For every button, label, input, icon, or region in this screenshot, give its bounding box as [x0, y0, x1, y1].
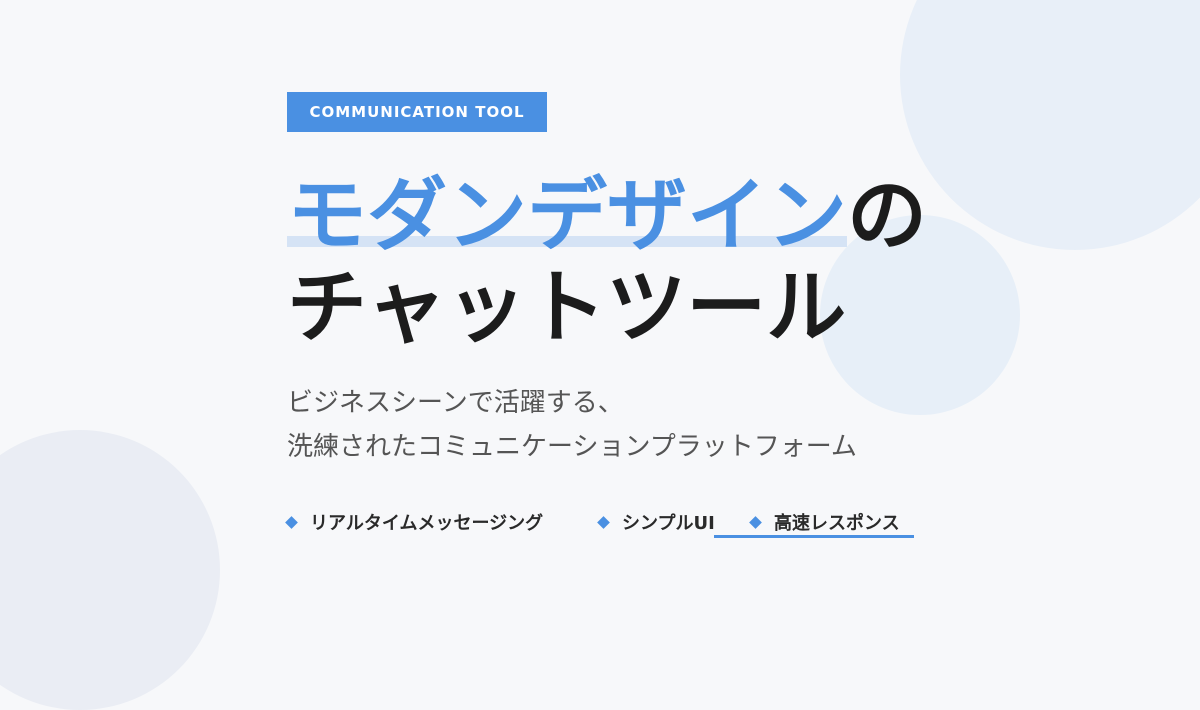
- category-badge: COMMUNICATION TOOL: [287, 92, 547, 132]
- headline-suffix: の: [847, 169, 927, 262]
- diamond-bullet-icon: [749, 515, 762, 529]
- headline-line2: チャットツール: [287, 261, 847, 354]
- diamond-bullet-icon: [597, 515, 610, 529]
- decorative-circle-bottom-left: [0, 430, 220, 710]
- decorative-circle-top-right: [900, 0, 1200, 250]
- headline-line1: モダンデザイン の: [287, 166, 927, 266]
- diamond-bullet-icon: [285, 515, 298, 529]
- subtitle-line2: 洗練されたコミュニケーションプラットフォーム: [287, 432, 857, 462]
- category-badge-label: COMMUNICATION TOOL: [309, 103, 525, 121]
- subtitle-line1: ビジネスシーンで活躍する、: [287, 388, 624, 418]
- feature-underline: [714, 535, 914, 538]
- feature-label: リアルタイムメッセージング: [310, 513, 544, 534]
- feature-item-realtime: リアルタイムメッセージング: [285, 510, 544, 538]
- feature-item-fast-response: 高速レスポンス: [749, 510, 900, 538]
- feature-item-simple-ui: シンプルUI: [597, 510, 715, 538]
- feature-label: 高速レスポンス: [774, 513, 900, 534]
- feature-label: シンプルUI: [622, 513, 715, 534]
- headline-highlight-text: モダンデザイン: [287, 169, 847, 262]
- headline-highlight: モダンデザイン: [287, 166, 847, 266]
